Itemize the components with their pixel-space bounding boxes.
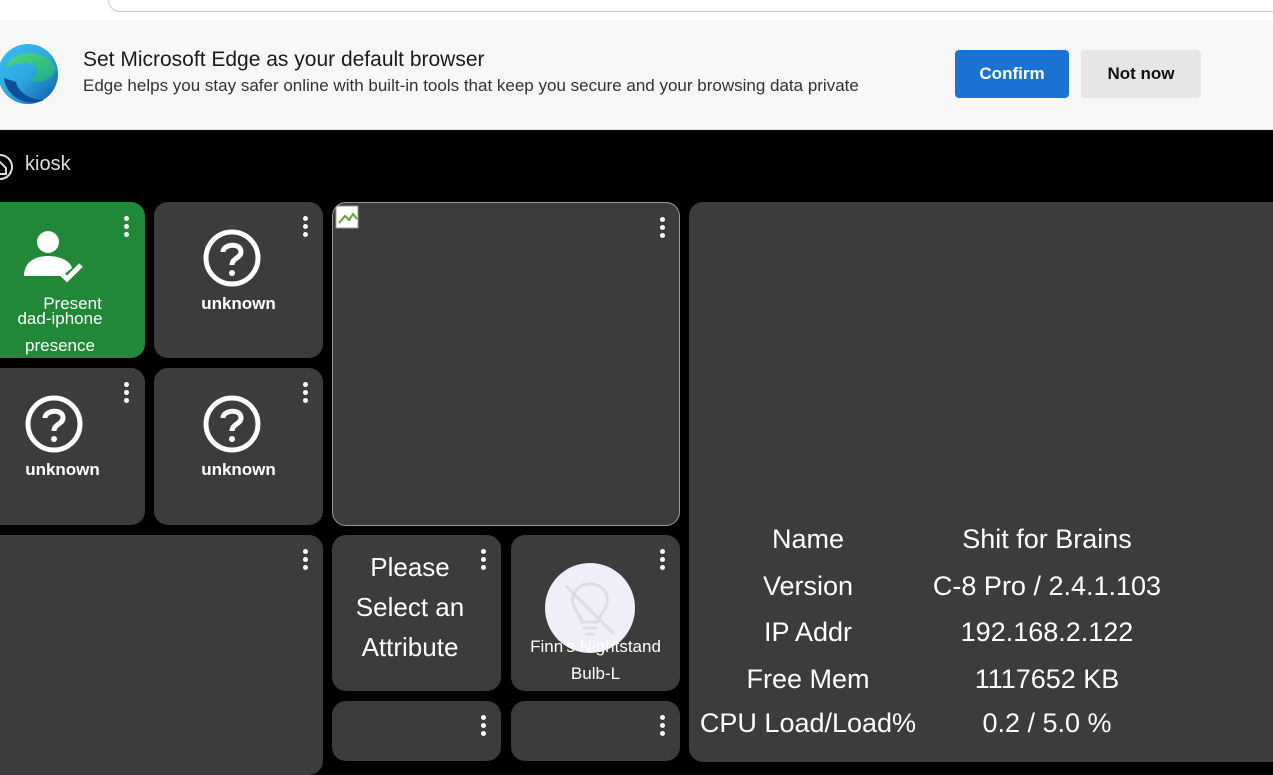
default-browser-banner: Set Microsoft Edge as your default brows… — [0, 20, 1273, 130]
address-bar[interactable] — [108, 0, 1273, 12]
home-icon[interactable] — [0, 150, 14, 184]
attribute-prompt: Please Select an Attribute — [355, 552, 465, 662]
dashboard-title: kiosk — [25, 153, 71, 175]
more-vertical-icon[interactable] — [657, 715, 667, 741]
tile-label: unknown — [201, 460, 276, 479]
question-circle-icon — [203, 395, 261, 453]
info-value-version: C-8 Pro / 2.4.1.103 — [932, 571, 1162, 601]
more-vertical-icon[interactable] — [478, 549, 488, 575]
info-value-name: Shit for Brains — [962, 524, 1132, 554]
unknown-tile[interactable]: unknown — [154, 202, 323, 358]
presence-tile[interactable]: Present dad-iphone presence — [0, 202, 145, 358]
broken-image-icon — [335, 205, 359, 229]
image-tile[interactable] — [332, 202, 680, 526]
not-now-button[interactable]: Not now — [1081, 50, 1201, 98]
more-vertical-icon[interactable] — [121, 382, 131, 408]
browser-top-strip — [0, 0, 1273, 20]
more-vertical-icon[interactable] — [121, 216, 131, 242]
question-circle-icon — [203, 229, 261, 287]
info-label-ip: IP Addr — [763, 617, 853, 647]
more-vertical-icon[interactable] — [300, 549, 310, 575]
presence-device-name: dad-iphone presence — [17, 309, 103, 355]
more-vertical-icon[interactable] — [478, 715, 488, 741]
more-vertical-icon[interactable] — [300, 216, 310, 242]
more-vertical-icon[interactable] — [657, 549, 667, 575]
tile-label: unknown — [201, 294, 276, 313]
info-label-cpu: CPU Load/Load% — [699, 708, 917, 738]
unknown-tile[interactable]: unknown — [0, 368, 145, 525]
info-value-ip: 192.168.2.122 — [960, 617, 1134, 647]
tile-label: unknown — [25, 460, 100, 479]
banner-description: Edge helps you stay safer online with bu… — [83, 76, 859, 95]
banner-title: Set Microsoft Edge as your default brows… — [83, 48, 485, 71]
attribute-tile[interactable]: Please Select an Attribute — [332, 535, 501, 691]
empty-tile[interactable] — [0, 535, 323, 775]
partial-tile[interactable] — [511, 701, 680, 761]
dashboard: kiosk Present dad-iphone presence unknow… — [0, 130, 1273, 775]
info-value-cpu: 0.2 / 5.0 % — [982, 708, 1112, 738]
more-vertical-icon[interactable] — [657, 217, 667, 243]
bulb-tile[interactable]: Finn's Nightstand Bulb-L — [511, 535, 680, 691]
person-check-icon — [24, 231, 83, 283]
info-label-version: Version — [762, 571, 854, 601]
more-vertical-icon[interactable] — [300, 382, 310, 408]
partial-tile[interactable] — [332, 701, 501, 761]
info-label-free-mem: Free Mem — [746, 664, 870, 694]
info-label-name: Name — [771, 524, 845, 554]
question-circle-icon — [25, 395, 83, 453]
bulb-label: Finn's Nightstand Bulb-L — [530, 637, 661, 683]
info-value-free-mem: 1117652 KB — [974, 664, 1120, 694]
edge-logo-icon — [0, 44, 58, 104]
unknown-tile[interactable]: unknown — [154, 368, 323, 525]
confirm-button[interactable]: Confirm — [955, 50, 1069, 98]
